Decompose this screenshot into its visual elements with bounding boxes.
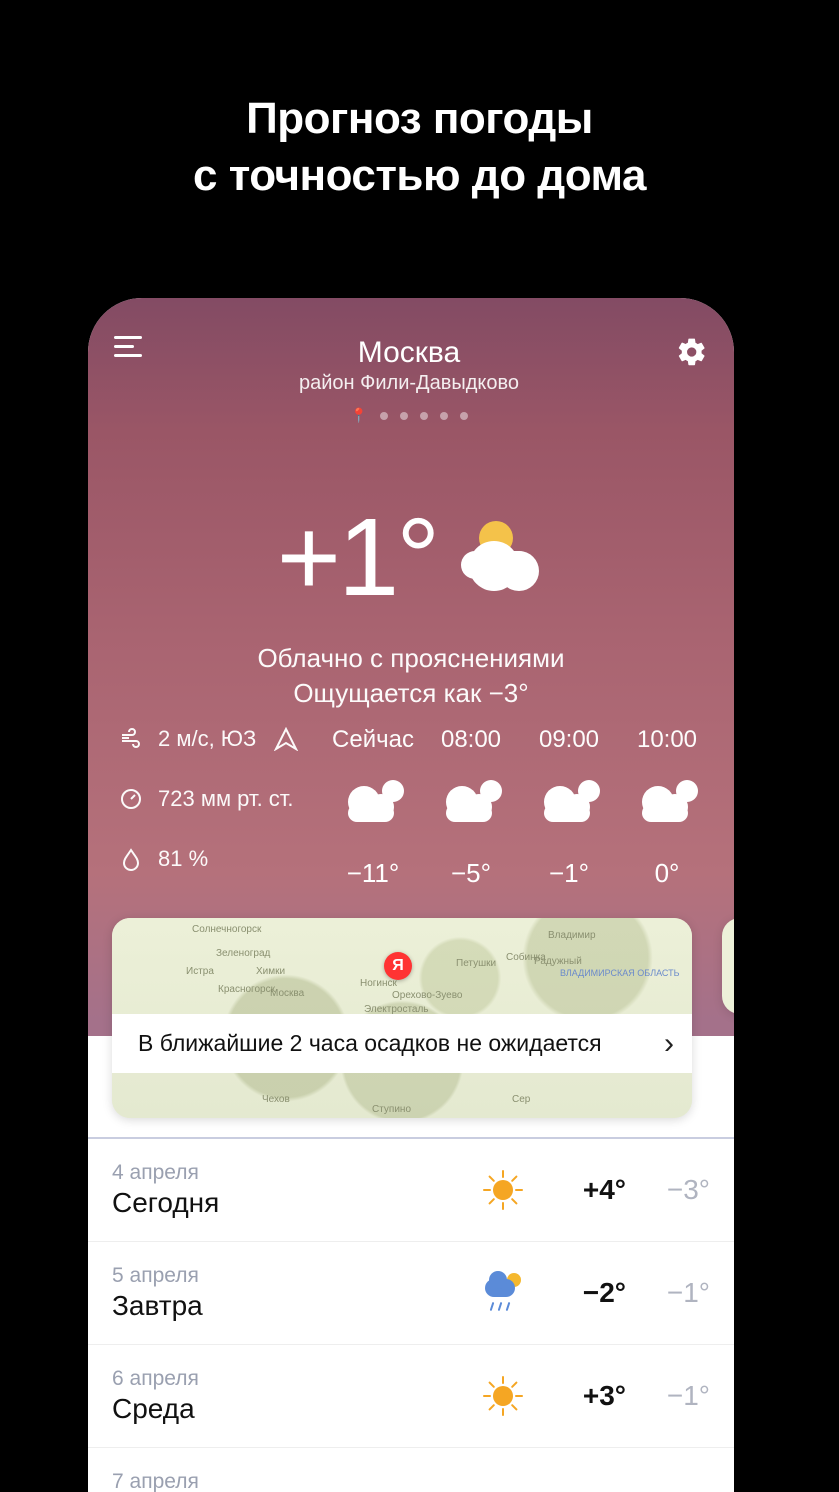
day-low-temp: −1° [638,1277,710,1309]
condition-text: Облачно с прояснениями [88,643,734,674]
map-city-label: Орехово-Зуево [392,990,462,1001]
map-city-label: Сер [512,1094,530,1105]
day-date: 6 апреля [112,1367,468,1391]
location-pin-icon: 📍 [350,407,367,424]
hour-column[interactable]: 10:00 0° [618,726,716,889]
precipitation-text: В ближайшие 2 часа осадков не ожидается [138,1028,602,1059]
map-card[interactable]: Солнечногорск Зеленоград Истра Химки Кра… [112,918,734,1118]
rain-icon [483,1273,523,1313]
promo-line-2: с точностью до дома [0,147,839,204]
map-city-label: Солнечногорск [192,924,261,935]
daily-forecast: 4 апреляСегодня +4° −3° 5 апреляЗавтра −2° −1… [88,1137,734,1492]
map-city-label: Владимир [548,930,596,941]
next-card-peek[interactable] [722,918,734,1014]
map-city-label: Химки [256,966,285,977]
map-region-label: ВЛАДИМИРСКАЯ ОБЛАСТЬ [560,968,680,978]
day-row[interactable]: 7 апреля [88,1448,734,1492]
phone-frame: Москва район Фили-Давыдково 📍 +1° [88,298,734,1492]
partly-cloudy-icon [520,774,618,834]
day-high-temp: −2° [538,1277,626,1309]
map-city-label: Истра [186,966,214,977]
pager-dot [460,412,468,420]
pressure-icon [118,786,144,812]
hour-column[interactable]: Сейчас −11° [324,726,422,889]
direction-arrow-icon [274,727,298,751]
hour-temp: −1° [520,858,618,889]
current-temp: +1° [277,494,437,621]
day-date: 7 апреля [112,1470,710,1492]
hour-temp: −5° [422,858,520,889]
partly-cloudy-icon [324,774,422,834]
settings-icon[interactable] [676,336,708,368]
pressure-metric: 723 мм рт. ст. [118,786,324,812]
map-city-label: Петушки [456,958,496,969]
map-city-label: Зеленоград [216,948,270,959]
map-city-label: Ступино [372,1104,411,1115]
day-name: Среда [112,1393,468,1425]
location-title[interactable]: Москва район Фили-Давыдково 📍 [142,336,676,424]
day-low-temp: −1° [638,1380,710,1412]
chevron-right-icon: › [664,1023,674,1064]
hero-panel: Москва район Фили-Давыдково 📍 +1° [88,298,734,1036]
pager-dot [420,412,428,420]
day-low-temp: −3° [638,1174,710,1206]
map-city-label: Москва [270,988,304,999]
sun-icon [485,1378,521,1414]
feels-like-text: Ощущается как −3° [88,678,734,709]
partly-cloudy-night-icon [453,521,545,595]
map-city-label: Чехов [262,1094,290,1105]
pressure-value: 723 мм рт. ст. [158,786,294,812]
page-indicator[interactable]: 📍 [142,407,676,424]
humidity-value: 81 % [158,846,208,872]
metrics-column: 2 м/с, ЮЗ 723 мм рт. ст. 81 % [118,726,324,889]
pager-dot [380,412,388,420]
sun-icon [485,1172,521,1208]
hour-label: 08:00 [422,726,520,754]
hour-label: 10:00 [618,726,716,754]
humidity-metric: 81 % [118,846,324,872]
map-city-label: Красногорск [218,984,275,995]
partly-cloudy-icon [716,774,734,834]
menu-icon[interactable] [114,336,142,360]
hour-label: 11:0 [716,726,734,754]
hour-column[interactable]: 11:0 + [716,726,734,889]
precipitation-banner[interactable]: В ближайшие 2 часа осадков не ожидается … [112,1014,692,1073]
day-row[interactable]: 6 апреляСреда +3° −1° [88,1345,734,1448]
map-city-label: Ногинск [360,978,397,989]
day-row[interactable]: 5 апреляЗавтра −2° −1° [88,1242,734,1345]
map-pin-icon: Я [384,952,412,980]
promo-line-1: Прогноз погоды [0,90,839,147]
hour-temp: −11° [324,858,422,889]
partly-cloudy-icon [422,774,520,834]
hour-temp: + [716,858,734,889]
wind-value: 2 м/с, ЮЗ [158,726,256,752]
hour-column[interactable]: 09:00 −1° [520,726,618,889]
pager-dot [440,412,448,420]
map-city-label: Радужный [534,956,582,967]
wind-icon [118,726,144,752]
partly-cloudy-icon [618,774,716,834]
day-high-temp: +4° [538,1174,626,1206]
day-date: 4 апреля [112,1161,468,1185]
wind-metric: 2 м/с, ЮЗ [118,726,324,752]
day-high-temp: +3° [538,1380,626,1412]
district-name: район Фили-Давыдково [142,372,676,395]
hour-label: 09:00 [520,726,618,754]
hourly-forecast[interactable]: Сейчас −11° 08:00 −5° 09:00 −1° 10:00 0° 11:0 + [324,726,734,889]
hour-temp: 0° [618,858,716,889]
city-name: Москва [142,336,676,370]
day-name: Завтра [112,1290,468,1322]
hour-column[interactable]: 08:00 −5° [422,726,520,889]
promo-headline: Прогноз погоды с точностью до дома [0,0,839,204]
pager-dot [400,412,408,420]
current-weather: +1° Облачно с прояснениями Ощущается как… [88,494,734,709]
humidity-icon [118,846,144,872]
day-row[interactable]: 4 апреляСегодня +4° −3° [88,1139,734,1242]
day-name: Сегодня [112,1187,468,1219]
day-date: 5 апреля [112,1264,468,1288]
hour-label: Сейчас [324,726,422,754]
